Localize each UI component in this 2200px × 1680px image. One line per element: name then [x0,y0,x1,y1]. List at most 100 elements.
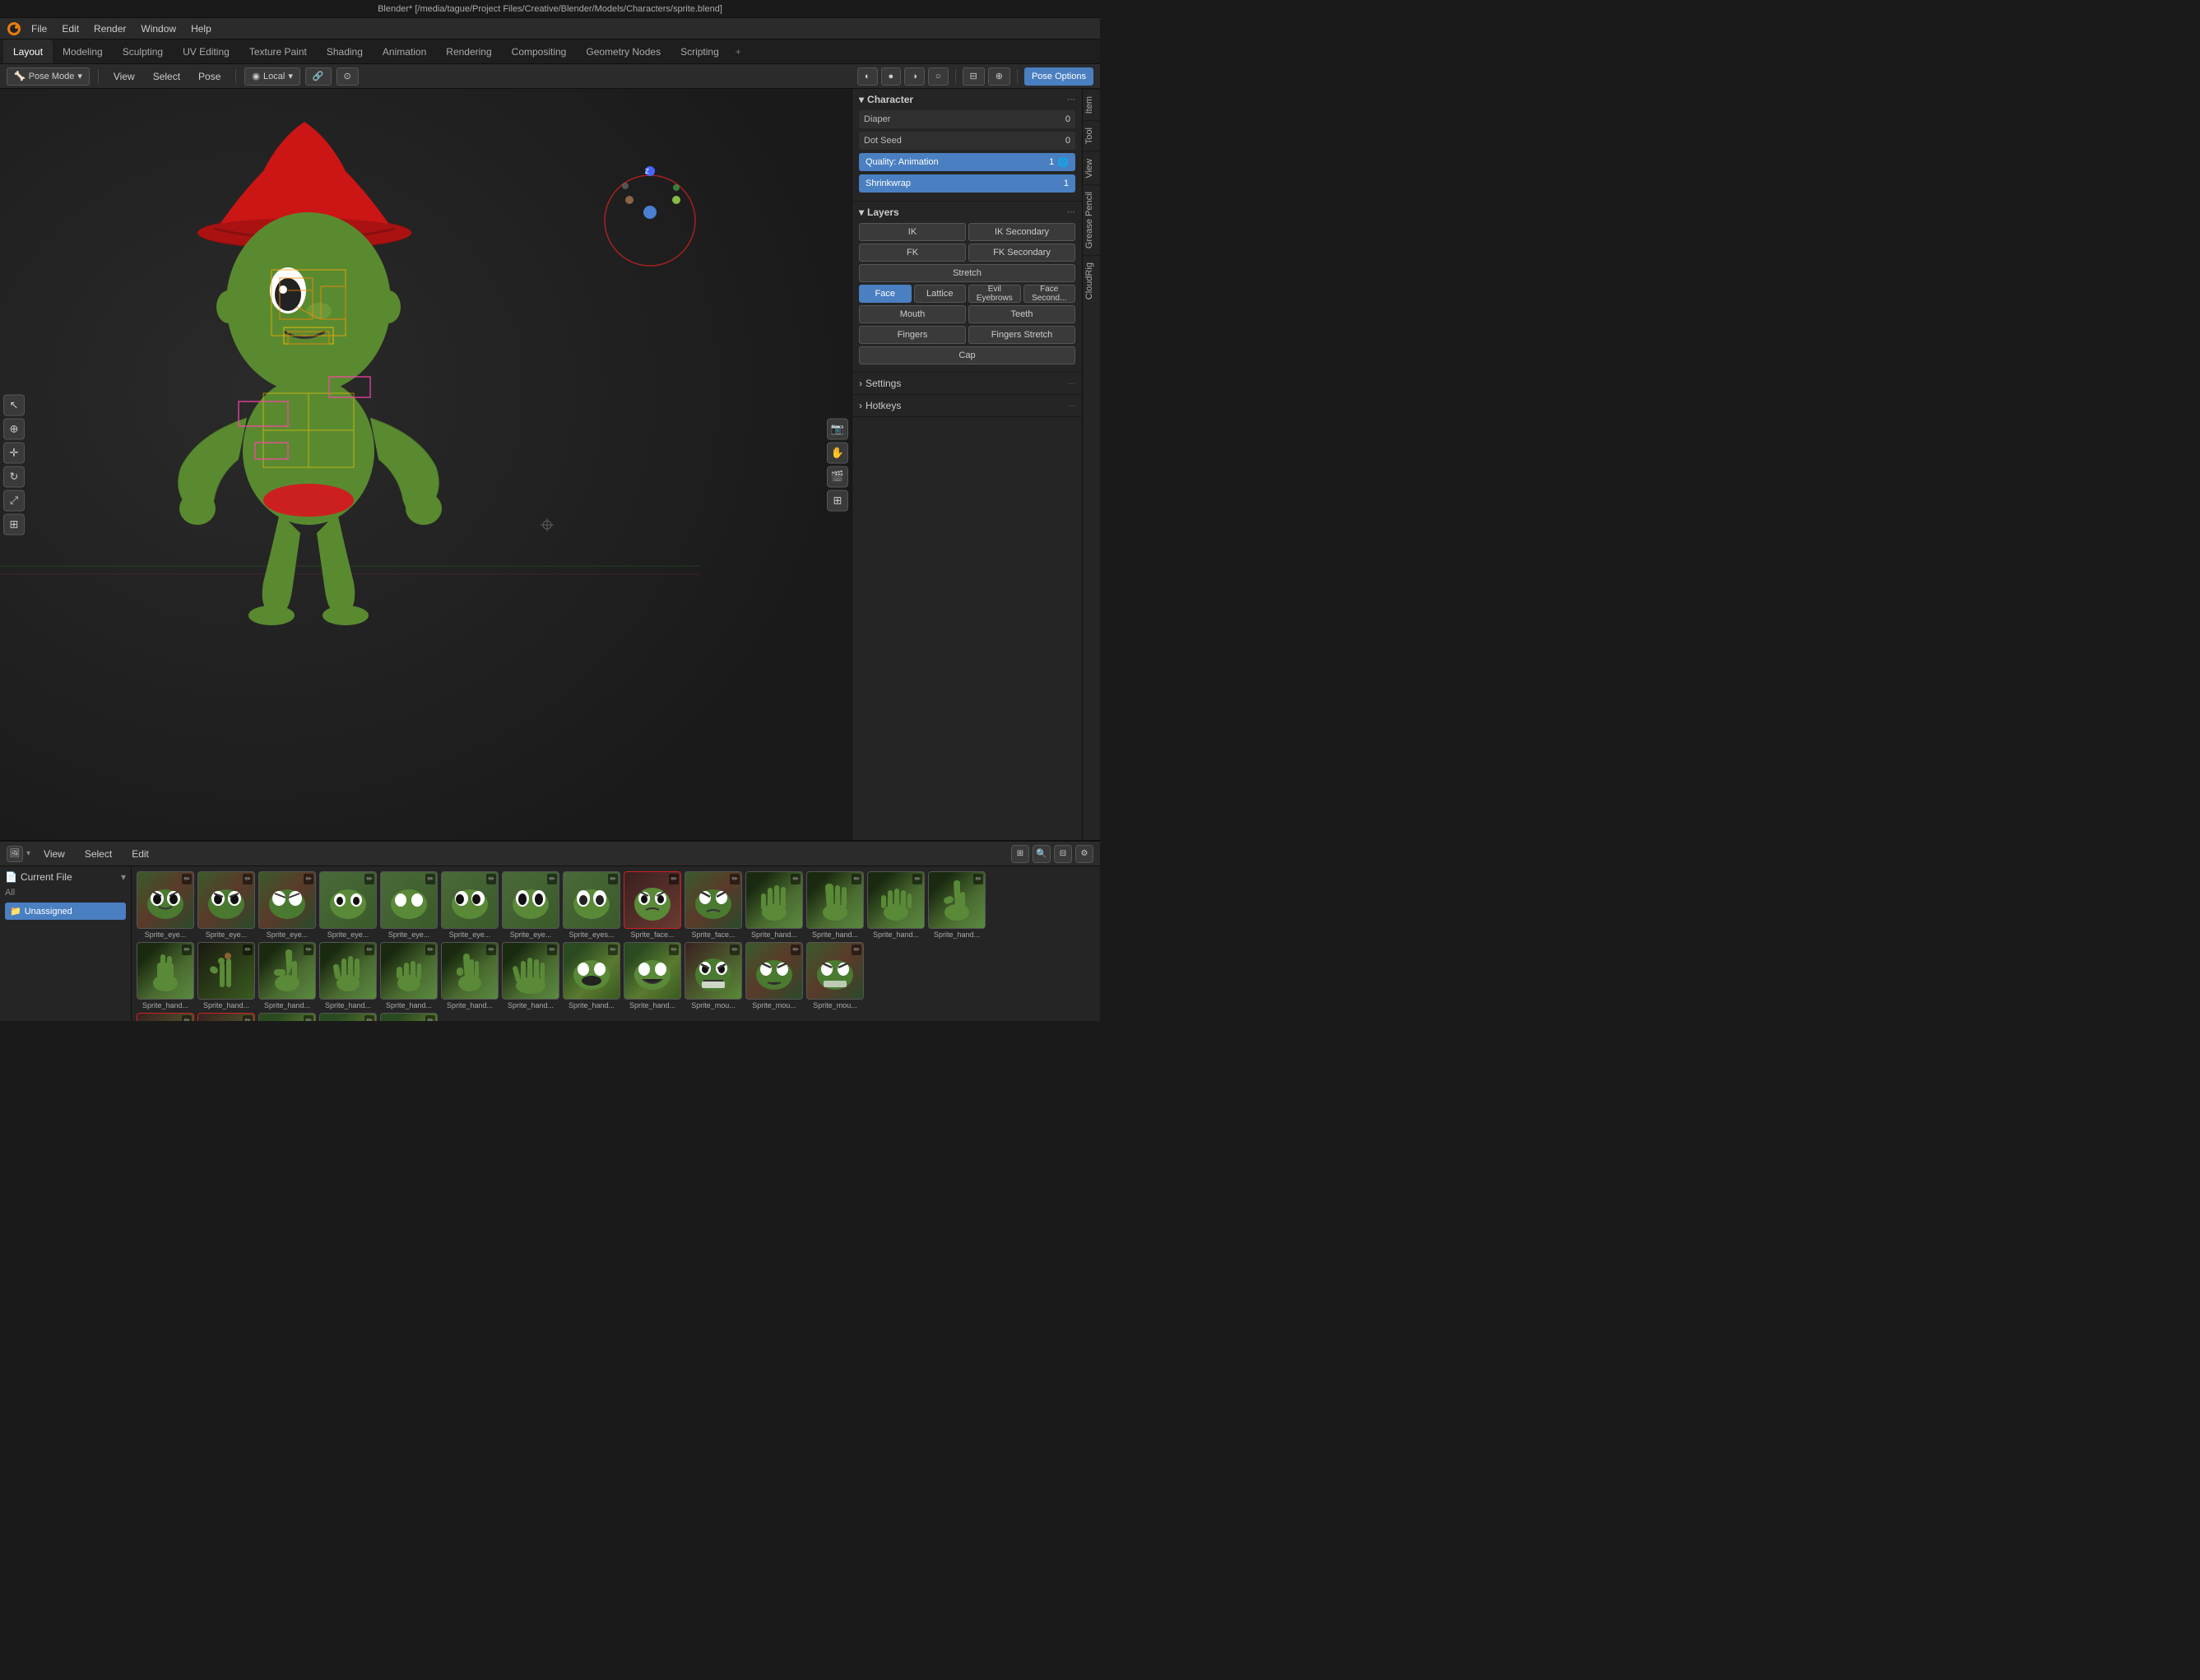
view-menu[interactable]: View [107,69,142,84]
tab-modeling[interactable]: Modeling [53,39,113,63]
proportional-edit[interactable]: ⊙ [336,67,359,86]
tab-shading[interactable]: Shading [317,39,373,63]
hotkeys-options[interactable]: ··· [1067,401,1075,411]
list-item[interactable]: ✏ Sprite_hand... [928,871,986,939]
list-item[interactable]: ✏ Sprite_eye... [380,871,438,939]
view-tab[interactable]: View [1083,151,1101,185]
quality-animation-prop[interactable]: Quality: Animation 1 🌐 [859,153,1075,171]
list-item[interactable]: ✏ Sprite_mou... [685,942,742,1009]
list-item[interactable]: ✏ Sprite_face... [685,871,742,939]
shrinkwrap-prop[interactable]: Shrinkwrap 1 [859,174,1075,193]
menu-edit[interactable]: Edit [55,21,86,36]
tab-texture-paint[interactable]: Texture Paint [239,39,317,63]
list-item[interactable]: ✏ Sprite_eye... [258,871,316,939]
fk-button[interactable]: FK [859,244,966,262]
tab-uv-editing[interactable]: UV Editing [173,39,239,63]
bottom-select-menu[interactable]: Select [78,847,118,861]
viewport-3d[interactable]: User Perspective (1) RIG-Sprite [0,89,852,840]
menu-file[interactable]: File [25,21,53,36]
list-item[interactable]: ✏ Sprite_eye... [197,871,255,939]
bottom-filter[interactable]: ⊟ [1054,845,1072,863]
list-item[interactable]: ✏ Sprite_hand... [502,942,559,1009]
view-mode-toggle[interactable]: ⊞ [1011,845,1029,863]
mouth-button[interactable]: Mouth [859,305,966,323]
bottom-dropdown[interactable]: ▾ [26,849,30,858]
viewport-canvas[interactable]: User Perspective (1) RIG-Sprite [0,89,852,840]
viewport-shading-3[interactable]: ◑ [904,67,925,86]
viewport-shading-2[interactable]: ● [881,67,902,86]
list-item[interactable]: ✏ Sprite_hand... [745,871,803,939]
teeth-button[interactable]: Teeth [968,305,1075,323]
list-item[interactable]: ✏ Sprite_eye... [319,871,377,939]
list-item[interactable]: ✏ Sprite_hand... [319,942,377,1009]
list-item[interactable]: ✏ Sprite_mou... [745,942,803,1009]
tab-sculpting[interactable]: Sculpting [113,39,173,63]
tab-animation[interactable]: Animation [373,39,436,63]
viewport-shading-1[interactable]: ◐ [857,67,878,86]
bottom-settings[interactable]: ⚙ [1075,845,1093,863]
bottom-edit-menu[interactable]: Edit [125,847,155,861]
bottom-view-icon[interactable]: 🖼 [7,846,23,862]
fingers-stretch-button[interactable]: Fingers Stretch [968,326,1075,344]
list-item[interactable]: ✏ Sprite_eye... [441,871,499,939]
list-item[interactable]: ✏ Sprite_hand... [197,942,255,1009]
diaper-prop[interactable]: Diaper 0 [859,110,1075,128]
list-item[interactable]: ✏ Sprite_hand... [563,942,620,1009]
move-tool[interactable]: ✛ [3,442,25,463]
blender-logo[interactable] [5,20,23,38]
character-options[interactable]: ··· [1067,95,1075,104]
item-tab[interactable]: Item [1083,89,1101,120]
list-item[interactable]: ✏ Sprite_hand... [624,942,681,1009]
hotkeys-collapsible[interactable]: › Hotkeys ··· [852,395,1082,417]
list-item[interactable]: ✏ Sprite_mou... [197,1013,255,1021]
list-item[interactable]: ✏ Sprite_hand... [380,942,438,1009]
mode-select[interactable]: 🦴 Pose Mode ▾ [7,67,90,86]
cursor-tool[interactable]: ⊕ [3,418,25,439]
list-item[interactable]: ✏ Sprite_mou... [380,1013,438,1021]
cloudrig-tab[interactable]: CloudRig [1083,255,1101,306]
tab-layout[interactable]: Layout [3,39,53,63]
list-item[interactable]: ✏ Sprite_mou... [258,1013,316,1021]
ik-secondary-button[interactable]: IK Secondary [968,223,1075,241]
rotate-tool[interactable]: ↻ [3,466,25,487]
list-item[interactable]: ✏ Sprite_face... [624,871,681,939]
add-workspace-button[interactable]: + [729,43,748,61]
bottom-search[interactable]: 🔍 [1033,845,1051,863]
menu-help[interactable]: Help [184,21,218,36]
viewport-shading-4[interactable]: ○ [928,67,949,86]
transform-tool[interactable]: ⊞ [3,513,25,535]
file-chevron[interactable]: ▾ [121,871,126,883]
list-item[interactable]: ✏ Sprite_mou... [137,1013,194,1021]
menu-window[interactable]: Window [134,21,183,36]
select-tool[interactable]: ↖ [3,394,25,415]
tab-scripting[interactable]: Scripting [671,39,729,63]
stretch-button[interactable]: Stretch [859,264,1075,282]
face-button[interactable]: Face [859,285,912,303]
settings-options[interactable]: ··· [1067,379,1075,388]
list-item[interactable]: ✏ Sprite_mou... [806,942,864,1009]
layers-options[interactable]: ··· [1067,208,1075,217]
menu-render[interactable]: Render [87,21,132,36]
select-menu[interactable]: Select [146,69,187,84]
list-item[interactable]: ✏ Sprite_hand... [137,942,194,1009]
settings-collapsible[interactable]: › Settings ··· [852,373,1082,395]
local-select[interactable]: ◉ Local ▾ [244,67,299,86]
face-second-button[interactable]: Face Second... [1023,285,1076,303]
grease-pencil-tab[interactable]: Grease Pencil [1083,184,1101,255]
fk-secondary-button[interactable]: FK Secondary [968,244,1075,262]
scale-tool[interactable]: ⤢ [3,490,25,511]
dot-seed-prop[interactable]: Dot Seed 0 [859,132,1075,150]
pose-menu[interactable]: Pose [192,69,227,84]
cap-button[interactable]: Cap [859,346,1075,364]
list-item[interactable]: ✏ Sprite_hand... [441,942,499,1009]
list-item[interactable]: ✏ Sprite_eyes... [563,871,620,939]
evil-eyebrows-button[interactable]: Evil Eyebrows [968,285,1021,303]
grid-button[interactable]: ⊞ [827,490,848,511]
tool-tab[interactable]: Tool [1083,120,1101,151]
list-item[interactable]: ✏ Sprite_hand... [258,942,316,1009]
unassigned-item[interactable]: 📁 Unassigned [5,903,126,920]
render-region-button[interactable]: 🎬 [827,466,848,487]
ik-button[interactable]: IK [859,223,966,241]
list-item[interactable]: ✏ Sprite_eye... [502,871,559,939]
tab-geometry-nodes[interactable]: Geometry Nodes [576,39,671,63]
